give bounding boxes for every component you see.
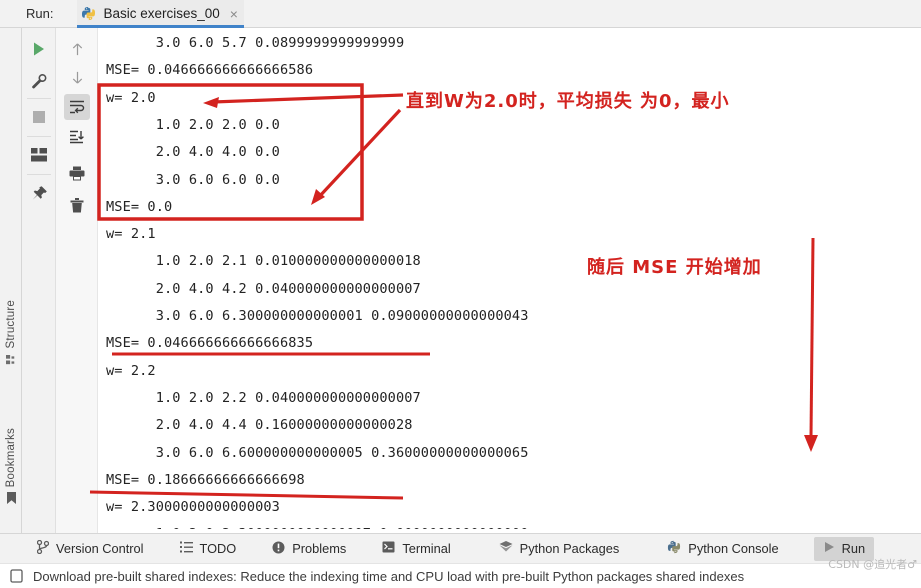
tool-button-label: Problems [292, 541, 347, 556]
run-tab-label: Basic exercises_00 [103, 6, 220, 21]
console-line: 2.0 4.0 4.0 0.0 [106, 144, 280, 161]
python-icon [81, 6, 96, 21]
close-icon[interactable]: × [230, 7, 238, 21]
run-toolbar-secondary [56, 28, 98, 533]
console-line: 1.0 2.0 2.1 0.010000000000000018 [106, 253, 421, 270]
structure-label: Structure [5, 300, 17, 349]
tool-button-terminal[interactable]: Terminal [373, 537, 459, 561]
notification-icon[interactable] [10, 569, 23, 583]
console-line: MSE= 0.0 [106, 198, 173, 215]
tool-button-python-packages[interactable]: Python Packages [490, 537, 629, 561]
warning-icon [272, 541, 285, 557]
console-line: w= 2.1 [106, 226, 156, 243]
tool-button-label: Version Control [56, 541, 144, 556]
terminal-icon [382, 541, 395, 556]
annotation-note-2: 随后 MSE 开始增加 [587, 257, 762, 278]
status-bar: Download pre-built shared indexes: Reduc… [0, 563, 921, 588]
run-label: Run: [26, 6, 54, 21]
console-line: 3.0 6.0 6.300000000000001 0.090000000000… [106, 308, 529, 324]
pin-icon[interactable] [26, 180, 52, 206]
run-configurations-button[interactable] [26, 68, 52, 94]
sidebar-item-bookmarks[interactable]: Bookmarks [0, 428, 22, 510]
status-message[interactable]: Download pre-built shared indexes: Reduc… [33, 569, 744, 584]
tool-button-label: Python Console [688, 541, 779, 556]
tool-button-version-control[interactable]: Version Control [28, 537, 153, 561]
toolbar-divider-2 [27, 136, 51, 137]
watermark: CSDN @追光者♂ [828, 558, 917, 571]
annotation-note-1: 直到W为2.0时，平均损失 为0，最小 [406, 91, 730, 112]
console-line: w= 2.2 [106, 362, 156, 379]
tool-window-bar: Version Control TODO Problems Terminal P… [0, 533, 921, 563]
run-tool-window-header: Run: Basic exercises_00 × [0, 0, 921, 28]
left-tool-strip: Structure Bookmarks [0, 28, 22, 533]
console-line: MSE= 0.046666666666666586 [106, 62, 314, 79]
console-line: 1.0 2.0 2.0 0.0 [106, 116, 280, 133]
bookmark-icon [6, 492, 17, 510]
console-line: 2.0 4.0 4.4 0.16000000000000028 [106, 417, 413, 434]
run-toolbar-primary [22, 28, 56, 533]
packages-icon [499, 541, 513, 556]
console-line: 3.0 6.0 6.0 0.0 [106, 171, 280, 188]
pycharm-run-window: Run: Basic exercises_00 × Structure Book… [0, 0, 921, 588]
branch-icon [36, 539, 50, 557]
play-icon [823, 541, 835, 556]
structure-icon [5, 353, 17, 371]
tool-button-label: TODO [199, 541, 237, 556]
tool-button-label: Run [841, 541, 866, 556]
arrow-up-icon[interactable] [64, 36, 90, 62]
scroll-to-end-icon[interactable] [64, 124, 90, 150]
printer-icon[interactable] [64, 160, 90, 186]
bookmarks-label: Bookmarks [5, 428, 17, 488]
layout-settings-button[interactable] [26, 142, 52, 168]
tool-button-python-console[interactable]: Python Console [658, 537, 787, 561]
list-icon [179, 541, 193, 556]
rerun-button[interactable] [26, 36, 52, 62]
sidebar-item-structure[interactable]: Structure [0, 300, 22, 371]
console-line: MSE= 0.18666666666666698 [106, 471, 305, 488]
console-line: MSE= 0.046666666666666835 [106, 335, 314, 352]
console-line: 3.0 6.0 5.7 0.0899999999999999 [106, 35, 405, 51]
run-tab-basic-exercises[interactable]: Basic exercises_00 × [77, 0, 244, 28]
python-icon [667, 540, 681, 557]
console-line: w= 2.3000000000000003 [106, 499, 280, 516]
soft-wrap-icon[interactable] [64, 94, 90, 120]
toolbar-divider-3 [27, 174, 51, 175]
console-line: 1.0 2.0 2.2 0.040000000000000007 [106, 389, 421, 406]
console-line: w= 2.0 [106, 89, 156, 106]
tool-button-label: Terminal [402, 541, 451, 556]
tool-button-problems[interactable]: Problems [263, 537, 355, 561]
console-line: 2.0 4.0 4.2 0.040000000000000007 [106, 280, 421, 297]
tool-button-label: Python Packages [519, 541, 620, 556]
stop-button[interactable] [26, 104, 52, 130]
arrow-down-icon[interactable] [64, 64, 90, 90]
tool-button-todo[interactable]: TODO [171, 537, 246, 561]
console-line: 3.0 6.0 6.600000000000005 0.360000000000… [106, 444, 529, 461]
toolbar-divider [27, 98, 51, 99]
trash-icon[interactable] [64, 192, 90, 218]
